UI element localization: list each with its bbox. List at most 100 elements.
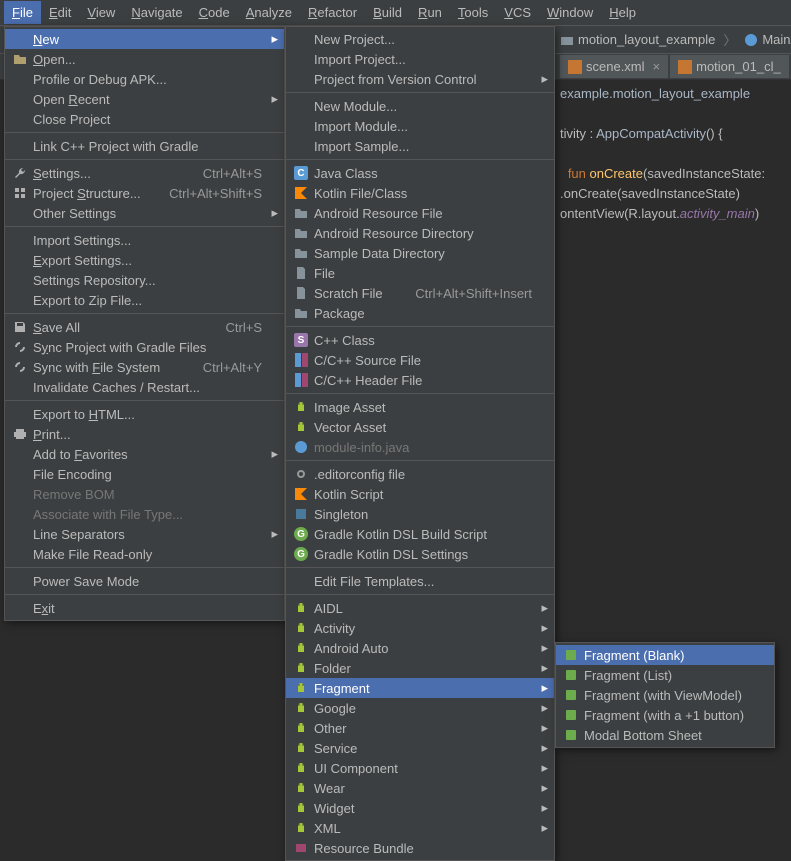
separator (286, 460, 554, 461)
new-menu-item-wear[interactable]: Wear▸ (286, 778, 554, 798)
fragment-menu-item-fragment-with-a-1-button[interactable]: Fragment (with a +1 button) (556, 705, 774, 725)
new-menu-item-gradle-kotlin-dsl-build-script[interactable]: GGradle Kotlin DSL Build Script (286, 524, 554, 544)
new-menu-item-image-asset[interactable]: Image Asset (286, 397, 554, 417)
menu-view[interactable]: View (79, 1, 123, 24)
new-menu-item-c-c-header-file[interactable]: C/C++ Header File (286, 370, 554, 390)
file-menu-item-open-recent[interactable]: Open Recent▸ (5, 89, 284, 109)
breadcrumb-file[interactable]: MainAc (744, 32, 791, 47)
menu-build[interactable]: Build (365, 1, 410, 24)
new-menu-item-android-resource-file[interactable]: Android Resource File (286, 203, 554, 223)
new-menu-item-editorconfig-file[interactable]: .editorconfig file (286, 464, 554, 484)
submenu-arrow-icon: ▸ (541, 640, 548, 656)
menu-tools[interactable]: Tools (450, 1, 496, 24)
new-menu-item-resource-bundle[interactable]: Resource Bundle (286, 838, 554, 858)
fragment-menu-item-fragment-with-viewmodel[interactable]: Fragment (with ViewModel) (556, 685, 774, 705)
new-menu-item-gradle-kotlin-dsl-settings[interactable]: GGradle Kotlin DSL Settings (286, 544, 554, 564)
new-menu-item-c-class[interactable]: SC++ Class (286, 330, 554, 350)
new-menu-item-import-project[interactable]: Import Project... (286, 49, 554, 69)
new-menu-item-package[interactable]: Package (286, 303, 554, 323)
menu-run[interactable]: Run (410, 1, 450, 24)
new-menu-item-ui-component[interactable]: UI Component▸ (286, 758, 554, 778)
file-menu-item-print[interactable]: Print... (5, 424, 284, 444)
file-menu-item-sync-with-file-system[interactable]: Sync with File SystemCtrl+Alt+Y (5, 357, 284, 377)
submenu-arrow-icon: ▸ (541, 620, 548, 636)
new-menu-item-scratch-file[interactable]: Scratch FileCtrl+Alt+Shift+Insert (286, 283, 554, 303)
menu-help[interactable]: Help (601, 1, 644, 24)
new-menu-item-import-module[interactable]: Import Module... (286, 116, 554, 136)
file-menu-item-import-settings[interactable]: Import Settings... (5, 230, 284, 250)
new-menu-item-service[interactable]: Service▸ (286, 738, 554, 758)
submenu-arrow-icon: ▸ (541, 71, 548, 87)
new-menu-item-sample-data-directory[interactable]: Sample Data Directory (286, 243, 554, 263)
submenu-arrow-icon: ▸ (541, 720, 548, 736)
file-menu-item-sync-project-with-gradle-files[interactable]: Sync Project with Gradle Files (5, 337, 284, 357)
menu-navigate[interactable]: Navigate (123, 1, 190, 24)
new-menu-item-new-project[interactable]: New Project... (286, 29, 554, 49)
file-menu-item-power-save-mode[interactable]: Power Save Mode (5, 571, 284, 591)
file-menu-item-add-to-favorites[interactable]: Add to Favorites▸ (5, 444, 284, 464)
menu-window[interactable]: Window (539, 1, 601, 24)
file-menu-item-settings[interactable]: Settings...Ctrl+Alt+S (5, 163, 284, 183)
menu-code[interactable]: Code (191, 1, 238, 24)
menu-edit[interactable]: Edit (41, 1, 79, 24)
file-menu-item-export-to-html[interactable]: Export to HTML... (5, 404, 284, 424)
new-menu-item-java-class[interactable]: CJava Class (286, 163, 554, 183)
tab-scene-xml[interactable]: scene.xml× (560, 55, 668, 78)
file-menu-item-project-structure[interactable]: Project Structure...Ctrl+Alt+Shift+S (5, 183, 284, 203)
new-menu-item-other[interactable]: Other▸ (286, 718, 554, 738)
menu-analyze[interactable]: Analyze (238, 1, 300, 24)
android-icon (294, 420, 308, 434)
file-menu-item-profile-or-debug-apk[interactable]: Profile or Debug APK... (5, 69, 284, 89)
file-menu-item-make-file-read-only[interactable]: Make File Read-only (5, 544, 284, 564)
submenu-arrow-icon: ▸ (541, 740, 548, 756)
separator (5, 400, 284, 401)
new-menu-item-edit-file-templates[interactable]: Edit File Templates... (286, 571, 554, 591)
new-menu-item-singleton[interactable]: Singleton (286, 504, 554, 524)
new-menu-item-google[interactable]: Google▸ (286, 698, 554, 718)
tab-motion_01_cl_[interactable]: motion_01_cl_ (670, 55, 789, 78)
close-icon[interactable]: × (653, 59, 661, 74)
fragment-menu-item-modal-bottom-sheet[interactable]: Modal Bottom Sheet (556, 725, 774, 745)
breadcrumb-folder[interactable]: motion_layout_example (560, 32, 715, 47)
file-menu-item-export-settings[interactable]: Export Settings... (5, 250, 284, 270)
new-menu-item-c-c-source-file[interactable]: C/C++ Source File (286, 350, 554, 370)
file-menu-item-new[interactable]: New▸ (5, 29, 284, 49)
file-menu-item-link-c-project-with-gradle[interactable]: Link C++ Project with Gradle (5, 136, 284, 156)
new-menu-item-vector-asset[interactable]: Vector Asset (286, 417, 554, 437)
file-menu-item-open[interactable]: Open... (5, 49, 284, 69)
file-menu-item-save-all[interactable]: Save AllCtrl+S (5, 317, 284, 337)
menu-refactor[interactable]: Refactor (300, 1, 365, 24)
file-menu-item-export-to-zip-file[interactable]: Export to Zip File... (5, 290, 284, 310)
menu-file[interactable]: File (4, 1, 41, 24)
new-menu-item-file[interactable]: File (286, 263, 554, 283)
folder-icon (294, 226, 308, 240)
new-menu-item-android-auto[interactable]: Android Auto▸ (286, 638, 554, 658)
file-menu-item-other-settings[interactable]: Other Settings▸ (5, 203, 284, 223)
separator (5, 313, 284, 314)
new-menu-item-kotlin-script[interactable]: Kotlin Script (286, 484, 554, 504)
new-menu-item-import-sample[interactable]: Import Sample... (286, 136, 554, 156)
new-menu-item-fragment[interactable]: Fragment▸ (286, 678, 554, 698)
new-menu-item-new-module[interactable]: New Module... (286, 96, 554, 116)
fragment-menu-item-fragment-blank[interactable]: Fragment (Blank) (556, 645, 774, 665)
file-menu-item-settings-repository[interactable]: Settings Repository... (5, 270, 284, 290)
file-menu-item-exit[interactable]: Exit (5, 598, 284, 618)
new-menu-item-widget[interactable]: Widget▸ (286, 798, 554, 818)
android-icon (294, 641, 308, 655)
new-menu-item-kotlin-file-class[interactable]: Kotlin File/Class (286, 183, 554, 203)
menu-vcs[interactable]: VCS (496, 1, 539, 24)
file-icon (294, 266, 308, 280)
new-menu-item-activity[interactable]: Activity▸ (286, 618, 554, 638)
new-menu-item-folder[interactable]: Folder▸ (286, 658, 554, 678)
fragment-menu-item-fragment-list[interactable]: Fragment (List) (556, 665, 774, 685)
new-menu-item-aidl[interactable]: AIDL▸ (286, 598, 554, 618)
file-menu-item-line-separators[interactable]: Line Separators▸ (5, 524, 284, 544)
new-menu-item-xml[interactable]: XML▸ (286, 818, 554, 838)
file-menu-item-file-encoding[interactable]: File Encoding (5, 464, 284, 484)
kotlin-icon (294, 186, 308, 200)
new-menu-item-android-resource-directory[interactable]: Android Resource Directory (286, 223, 554, 243)
file-menu-item-invalidate-caches-restart[interactable]: Invalidate Caches / Restart... (5, 377, 284, 397)
new-menu-item-project-from-version-control[interactable]: Project from Version Control▸ (286, 69, 554, 89)
submenu-arrow-icon: ▸ (541, 600, 548, 616)
file-menu-item-close-project[interactable]: Close Project (5, 109, 284, 129)
